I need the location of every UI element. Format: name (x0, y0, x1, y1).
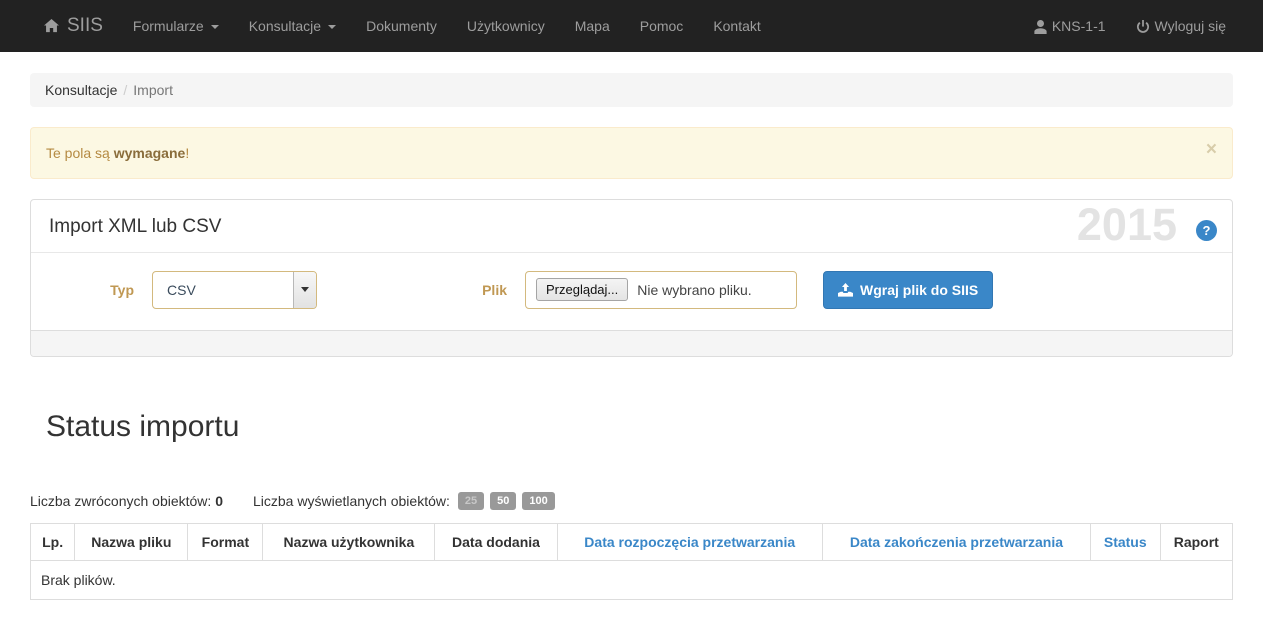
column-header-data-dodania: Data dodania (434, 523, 558, 561)
page-size-25[interactable]: 25 (457, 492, 485, 510)
table-row-empty: Brak plików. (30, 560, 1233, 600)
empty-table-message: Brak plików. (30, 560, 1233, 600)
table-header: Lp. Nazwa pliku Format Nazwa użytkownika… (29, 523, 1234, 561)
required-fields-alert: Te pola są wymagane! × (30, 127, 1233, 179)
nav-item-pomoc[interactable]: Pomoc (625, 0, 699, 52)
page-size-100[interactable]: 100 (522, 492, 555, 510)
browse-button[interactable]: Przeglądaj... (536, 278, 629, 301)
chevron-down-icon (210, 25, 219, 29)
breadcrumb: Konsultacje / Import (30, 73, 1233, 107)
import-panel: Import XML lub CSV 2015 ? Typ CSV Plik P… (30, 199, 1233, 357)
nav-item-label: Konsultacje (248, 18, 322, 34)
alert-close-icon[interactable]: × (1206, 140, 1217, 159)
user-name-label: KNS-1-1 (1051, 18, 1106, 34)
nav-item-label: Dokumenty (366, 18, 437, 34)
import-panel-heading: Import XML lub CSV 2015 ? (31, 200, 1232, 253)
alert-message: Te pola są wymagane! (46, 145, 189, 161)
page-size-50[interactable]: 50 (490, 492, 517, 510)
import-form: Typ CSV Plik Przeglądaj... Nie wybrano p… (31, 253, 1232, 330)
breadcrumb-item-import: Import (133, 82, 173, 98)
import-status-table: Lp. Nazwa pliku Format Nazwa użytkownika… (29, 523, 1234, 600)
nav-item-dokumenty[interactable]: Dokumenty (351, 0, 452, 52)
user-account-menu[interactable]: KNS-1-1 (1019, 0, 1121, 52)
type-field-label: Typ (110, 281, 134, 298)
top-navbar: SIIS Formularze Konsultacje Dokumenty Uż… (0, 0, 1263, 52)
alert-text-bold: wymagane (113, 145, 186, 161)
column-header-format: Format (187, 523, 264, 561)
upload-icon (838, 281, 853, 298)
displayed-objects-label: Liczba wyświetlanych obiektów: (253, 493, 450, 509)
nav-item-label: Formularze (132, 18, 204, 34)
logout-label: Wyloguj się (1154, 18, 1226, 34)
brand-home-link[interactable]: SIIS (32, 0, 118, 52)
column-header-raport: Raport (1159, 523, 1234, 561)
power-off-icon (1136, 18, 1150, 34)
year-watermark: 2015 (1076, 199, 1177, 250)
chevron-down-icon (293, 271, 316, 308)
table-header-row: Lp. Nazwa pliku Format Nazwa użytkownika… (29, 523, 1234, 561)
table-body: Brak plików. (30, 560, 1233, 600)
alert-text-before: Te pola są (46, 145, 114, 161)
nav-item-konsultacje[interactable]: Konsultacje (234, 0, 351, 52)
help-icon[interactable]: ? (1196, 220, 1217, 241)
file-selection-status: Nie wybrano pliku. (637, 281, 752, 298)
column-header-nazwa-pliku: Nazwa pliku (74, 523, 189, 561)
column-header-nazwa-uzytkownika: Nazwa użytkownika (262, 523, 436, 561)
nav-item-kontakt[interactable]: Kontakt (698, 0, 775, 52)
brand-label: SIIS (67, 15, 103, 36)
page-size-selector: 25 50 100 (457, 492, 555, 510)
column-header-data-zakonczenia[interactable]: Data zakończenia przetwarzania (821, 523, 1091, 561)
type-select-value: CSV (167, 281, 196, 298)
home-icon (44, 15, 59, 37)
nav-item-label: Pomoc (639, 18, 684, 34)
navbar-left-group: SIIS Formularze Konsultacje Dokumenty Uż… (0, 0, 776, 52)
nav-item-label: Użytkownicy (466, 18, 545, 34)
nav-item-label: Mapa (574, 18, 610, 34)
nav-item-uzytkownicy[interactable]: Użytkownicy (452, 0, 560, 52)
upload-file-button[interactable]: Wgraj plik do SIIS (823, 270, 994, 309)
returned-objects-label: Liczba zwróconych obiektów: (30, 493, 212, 509)
upload-file-button-label: Wgraj plik do SIIS (860, 281, 979, 298)
logout-link[interactable]: Wyloguj się (1121, 0, 1241, 52)
nav-item-mapa[interactable]: Mapa (560, 0, 625, 52)
column-header-lp: Lp. (29, 523, 76, 561)
import-panel-title: Import XML lub CSV (49, 216, 222, 237)
file-input[interactable]: Przeglądaj... Nie wybrano pliku. (525, 270, 797, 309)
page-container: Konsultacje / Import Te pola są wymagane… (0, 73, 1263, 600)
returned-objects-value: 0 (215, 493, 223, 509)
alert-text-after: ! (185, 145, 190, 161)
chevron-down-icon (328, 25, 337, 29)
counts-row: Liczba zwróconych obiektów: 0 Liczba wyś… (30, 490, 1233, 512)
status-section-title: Status importu (46, 410, 240, 443)
file-field-label: Plik (482, 281, 507, 298)
breadcrumb-item-konsultacje[interactable]: Konsultacje (45, 82, 117, 98)
type-select[interactable]: CSV (152, 270, 317, 309)
user-icon (1034, 18, 1047, 35)
column-header-data-rozpoczecia[interactable]: Data rozpoczęcia przetwarzania (556, 523, 823, 561)
breadcrumb-separator: / (123, 82, 128, 98)
column-header-status[interactable]: Status (1089, 523, 1161, 561)
nav-item-label: Kontakt (713, 18, 761, 34)
nav-item-formularze[interactable]: Formularze (118, 0, 234, 52)
navbar-right-group: KNS-1-1 Wyloguj się (1019, 0, 1263, 52)
returned-objects-count: Liczba zwróconych obiektów: 0 (30, 493, 223, 509)
import-panel-footer (31, 330, 1232, 356)
